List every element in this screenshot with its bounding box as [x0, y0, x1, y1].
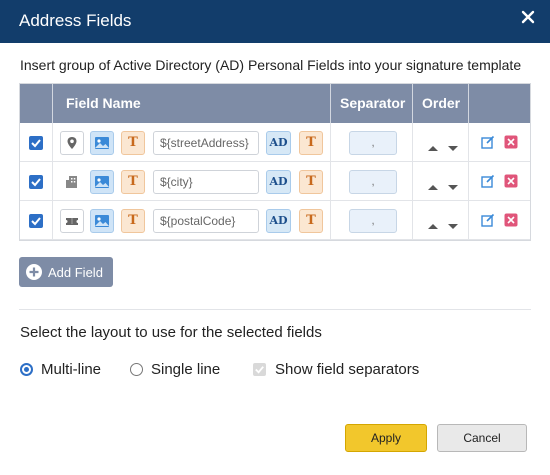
- text-format-button[interactable]: T: [299, 131, 323, 155]
- close-icon[interactable]: [521, 10, 535, 24]
- move-up-icon[interactable]: [428, 178, 438, 196]
- move-down-icon[interactable]: [448, 178, 458, 196]
- table-row: T ${city} AD T ,: [20, 162, 530, 201]
- header-divider: [412, 84, 413, 123]
- text-format-button[interactable]: T: [299, 209, 323, 233]
- delete-icon[interactable]: [504, 174, 518, 188]
- ticket-icon[interactable]: [60, 209, 84, 233]
- move-up-icon[interactable]: [428, 217, 438, 235]
- text-format-button[interactable]: T: [299, 170, 323, 194]
- header-divider: [52, 84, 53, 123]
- plus-icon: [26, 264, 42, 280]
- dialog-title: Address Fields: [19, 11, 132, 30]
- col-order: Order: [422, 95, 461, 111]
- dialog-header: Address Fields: [0, 0, 550, 43]
- col-separator: Separator: [340, 95, 406, 111]
- move-down-icon[interactable]: [448, 139, 458, 157]
- intro-text: Insert group of Active Directory (AD) Pe…: [20, 57, 522, 73]
- separator-input[interactable]: ,: [349, 131, 397, 155]
- image-icon[interactable]: [90, 209, 114, 233]
- add-field-button[interactable]: Add Field: [19, 257, 113, 287]
- table-row: T ${streetAddress} AD T ,: [20, 123, 530, 162]
- image-icon[interactable]: [90, 131, 114, 155]
- edit-icon[interactable]: [481, 174, 495, 188]
- field-name-input[interactable]: ${postalCode}: [153, 209, 259, 233]
- image-icon[interactable]: [90, 170, 114, 194]
- text-format-button[interactable]: T: [121, 131, 145, 155]
- move-down-icon[interactable]: [448, 217, 458, 235]
- text-format-button[interactable]: T: [121, 170, 145, 194]
- delete-icon[interactable]: [504, 135, 518, 149]
- multi-line-label[interactable]: Multi-line: [41, 361, 101, 378]
- field-name-input[interactable]: ${streetAddress}: [153, 131, 259, 155]
- cancel-button[interactable]: Cancel: [437, 424, 527, 452]
- move-up-icon[interactable]: [428, 139, 438, 157]
- add-field-label: Add Field: [48, 265, 103, 280]
- show-separators-checkbox: [253, 363, 266, 376]
- col-field-name: Field Name: [66, 95, 141, 111]
- header-divider: [330, 84, 331, 123]
- table-header: Field Name Separator Order: [20, 84, 530, 123]
- ad-field-button[interactable]: AD: [266, 209, 291, 233]
- radio-single-line[interactable]: [130, 363, 143, 376]
- row-checkbox[interactable]: [29, 175, 43, 189]
- ad-field-button[interactable]: AD: [266, 170, 291, 194]
- separator-input[interactable]: ,: [349, 209, 397, 233]
- table-row: T ${postalCode} AD T ,: [20, 201, 530, 240]
- apply-button[interactable]: Apply: [345, 424, 427, 452]
- delete-icon[interactable]: [504, 213, 518, 227]
- show-separators-label: Show field separators: [275, 361, 420, 378]
- ad-field-button[interactable]: AD: [266, 131, 291, 155]
- layout-section-label: Select the layout to use for the selecte…: [20, 324, 322, 341]
- fields-table: Field Name Separator Order T ${streetAdd…: [19, 83, 531, 241]
- row-checkbox[interactable]: [29, 214, 43, 228]
- row-checkbox[interactable]: [29, 136, 43, 150]
- building-icon[interactable]: [60, 170, 84, 194]
- edit-icon[interactable]: [481, 213, 495, 227]
- edit-icon[interactable]: [481, 135, 495, 149]
- field-name-input[interactable]: ${city}: [153, 170, 259, 194]
- section-divider: [19, 309, 531, 310]
- text-format-button[interactable]: T: [121, 209, 145, 233]
- separator-input[interactable]: ,: [349, 170, 397, 194]
- radio-multi-line[interactable]: [20, 363, 33, 376]
- location-pin-icon[interactable]: [60, 131, 84, 155]
- single-line-label[interactable]: Single line: [151, 361, 220, 378]
- header-divider: [468, 84, 469, 123]
